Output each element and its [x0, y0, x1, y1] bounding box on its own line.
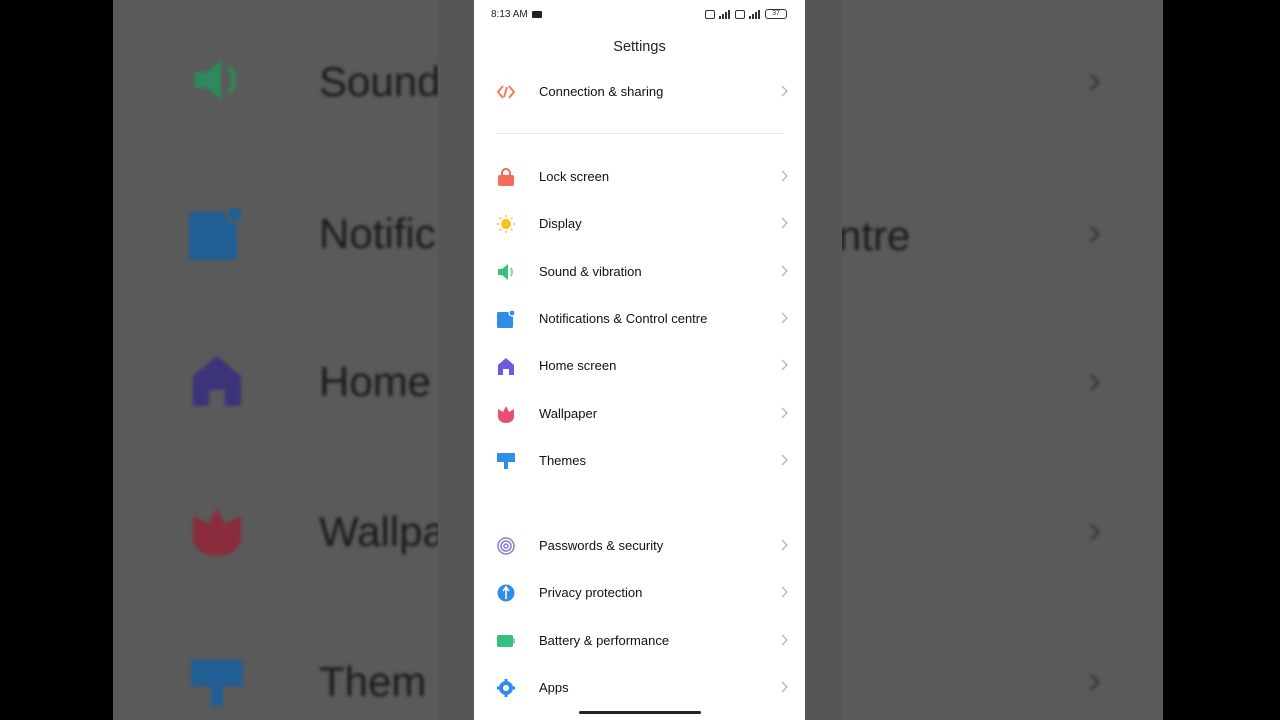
shield-icon	[497, 584, 515, 602]
settings-item-label: Notifications & Control centre	[539, 311, 708, 326]
chevron-right-icon: ›	[1088, 58, 1102, 102]
bg-label: Notific	[319, 210, 436, 257]
bg-row-sound: Sound	[113, 40, 438, 120]
background-edge-left	[438, 0, 474, 720]
speaker-icon	[498, 264, 513, 280]
chevron-right-icon: ›	[1088, 508, 1102, 552]
bg-row-right: ›	[842, 340, 1163, 420]
bg-row-wallpaper: Wallpa	[113, 490, 438, 570]
settings-item-battery-performance[interactable]: Battery & performance	[474, 621, 805, 661]
battery-icon	[497, 635, 515, 647]
bg-label: Them	[319, 658, 427, 705]
chevron-right-icon	[781, 681, 788, 693]
settings-item-display[interactable]: Display	[474, 204, 805, 244]
status-indicators: 37	[705, 9, 787, 19]
settings-item-label: Privacy protection	[539, 585, 643, 600]
data-icon	[735, 9, 745, 19]
chevron-right-icon	[781, 217, 788, 229]
bg-label: ntre	[842, 212, 911, 259]
sun-icon	[497, 215, 515, 233]
chevron-right-icon: ›	[1088, 658, 1102, 702]
camera-recording-icon	[532, 11, 542, 18]
bg-row-themes: Them	[113, 640, 438, 720]
chevron-right-icon: ›	[1088, 358, 1102, 402]
settings-item-label: Sound & vibration	[539, 264, 642, 279]
speaker-icon	[195, 60, 236, 100]
bg-row-right: ntre ›	[842, 192, 1163, 272]
notifications-icon	[189, 204, 245, 260]
chevron-right-icon	[781, 265, 788, 277]
chevron-right-icon	[781, 586, 788, 598]
background-blur-left: Sound Notific Home Wallpa Them	[113, 0, 438, 720]
settings-item-notifications[interactable]: Notifications & Control centre	[474, 299, 805, 339]
bg-row-right: ›	[842, 40, 1163, 120]
brush-icon	[191, 660, 243, 706]
lock-icon	[498, 168, 514, 186]
settings-item-sound-vibration[interactable]: Sound & vibration	[474, 252, 805, 292]
tulip-icon	[193, 508, 241, 556]
notifications-icon	[497, 310, 515, 328]
connection-sharing-icon	[497, 85, 515, 99]
settings-item-label: Passwords & security	[539, 538, 664, 553]
page-title: Settings	[613, 39, 666, 55]
settings-item-privacy-protection[interactable]: Privacy protection	[474, 573, 805, 613]
data-icon	[705, 9, 715, 19]
home-gesture-bar[interactable]	[579, 711, 701, 714]
settings-item-label: Display	[539, 216, 582, 231]
bg-label: Sound	[319, 58, 438, 105]
settings-item-label: Lock screen	[539, 169, 610, 184]
fingerprint-icon	[497, 537, 515, 555]
chevron-right-icon	[781, 312, 788, 324]
home-icon	[193, 356, 241, 406]
home-icon	[498, 358, 514, 375]
settings-item-apps[interactable]: Apps	[474, 668, 805, 708]
wifi-icon	[749, 9, 761, 19]
battery-level: 37	[765, 9, 787, 19]
settings-item-themes[interactable]: Themes	[474, 441, 805, 481]
settings-item-connection-sharing[interactable]: Connection & sharing	[474, 72, 805, 112]
background-blur-right: › ntre › › › ›	[842, 0, 1163, 720]
chevron-right-icon	[781, 634, 788, 646]
tulip-icon	[498, 406, 514, 423]
chevron-right-icon	[781, 454, 788, 466]
gear-icon	[497, 679, 515, 697]
settings-item-label: Connection & sharing	[539, 84, 664, 99]
chevron-right-icon: ›	[1088, 210, 1102, 254]
chevron-right-icon	[781, 170, 788, 182]
signal-icon	[719, 9, 731, 19]
background-edge-right	[805, 0, 842, 720]
bg-label: Home	[319, 358, 432, 405]
bg-row-right: ›	[842, 640, 1163, 720]
chevron-right-icon	[781, 359, 788, 371]
bg-row-home: Home	[113, 340, 438, 420]
settings-item-home-screen[interactable]: Home screen	[474, 346, 805, 386]
bg-label: Wallpa	[319, 508, 438, 555]
settings-item-label: Home screen	[539, 358, 617, 373]
status-bar: 8:13 AM 37	[474, 0, 805, 30]
bg-row-right: ›	[842, 490, 1163, 570]
settings-item-wallpaper[interactable]: Wallpaper	[474, 394, 805, 434]
settings-item-label: Wallpaper	[539, 406, 598, 421]
status-time: 8:13 AM	[491, 9, 528, 20]
chevron-right-icon	[781, 85, 788, 97]
settings-screen: 8:13 AM 37 Settings Connection & sharing	[474, 0, 805, 720]
chevron-right-icon	[781, 407, 788, 419]
section-divider	[496, 133, 784, 134]
settings-item-passwords-security[interactable]: Passwords & security	[474, 526, 805, 566]
settings-item-label: Battery & performance	[539, 633, 670, 648]
settings-item-label: Apps	[539, 680, 569, 695]
bg-row-notifications: Notific	[113, 192, 438, 272]
brush-icon	[497, 453, 515, 469]
chevron-right-icon	[781, 539, 788, 551]
settings-item-lock-screen[interactable]: Lock screen	[474, 157, 805, 197]
settings-item-label: Themes	[539, 453, 586, 468]
